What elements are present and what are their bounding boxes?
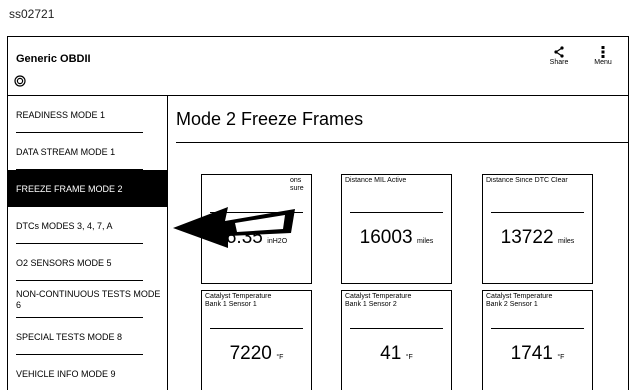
card-label: Catalyst Temperature Bank 2 Sensor 1 <box>486 293 553 308</box>
card-value: 13722 <box>500 227 554 248</box>
card-reading: 41 °F <box>342 343 451 365</box>
share-icon <box>554 46 564 58</box>
sidebar-item-label: O2 SENSORS MODE 5 <box>16 257 112 268</box>
sidebar-nav: READINESS MODE 1 DATA STREAM MODE 1 FREE… <box>8 96 168 390</box>
share-button[interactable]: Share <box>547 45 571 66</box>
app-bar: Generic OBDII Share Menu <box>8 37 628 96</box>
card-label: Distance MIL Active <box>345 177 407 184</box>
freeze-frame-card: Catalyst Temperature Bank 2 Sensor 1 174… <box>482 290 593 390</box>
card-divider <box>210 328 303 329</box>
sidebar-item-readiness[interactable]: READINESS MODE 1 <box>8 96 167 133</box>
card-reading: 16003 miles <box>342 227 451 249</box>
freeze-frame-card: Distance Since DTC Clear 13722 miles <box>482 174 593 284</box>
card-value: 16003 <box>359 227 413 248</box>
sidebar-item-label: DTCs MODES 3, 4, 7, A <box>16 220 113 231</box>
freeze-frame-card: Catalyst Temperature Bank 1 Sensor 1 722… <box>201 290 312 390</box>
sidebar-item-data-stream[interactable]: DATA STREAM MODE 1 <box>8 133 167 170</box>
card-value: 41 <box>380 343 402 364</box>
sidebar-item-o2-sensors[interactable]: O2 SENSORS MODE 5 <box>8 244 167 281</box>
freeze-frame-card: Catalyst Temperature Bank 1 Sensor 2 41 … <box>341 290 452 390</box>
title-divider <box>176 142 628 143</box>
card-reading: 7220 °F <box>202 343 311 365</box>
card-reading: 13722 miles <box>483 227 592 249</box>
card-unit: miles <box>557 238 575 245</box>
more-vert-icon <box>601 46 605 58</box>
gauge-icon <box>14 75 26 87</box>
sidebar-item-label: VEHICLE INFO MODE 9 <box>16 368 116 379</box>
sidebar-item-non-continuous-tests[interactable]: NON-CONTINUOUS TESTS MODE 6 <box>8 281 167 318</box>
menu-button[interactable]: Menu <box>590 45 616 66</box>
card-unit: °F <box>557 354 565 361</box>
card-unit: miles <box>416 238 434 245</box>
sidebar-item-freeze-frame[interactable]: FREEZE FRAME MODE 2 <box>8 170 167 207</box>
card-divider <box>350 328 443 329</box>
card-label: ons sure <box>290 177 304 192</box>
freeze-frame-card: Distance MIL Active 16003 miles <box>341 174 452 284</box>
share-label: Share <box>549 59 569 66</box>
sidebar-item-vehicle-info[interactable]: VEHICLE INFO MODE 9 <box>8 355 167 390</box>
card-unit: °F <box>405 354 413 361</box>
card-unit: °F <box>276 354 284 361</box>
sidebar-item-dtcs[interactable]: DTCs MODES 3, 4, 7, A <box>8 207 167 244</box>
card-divider <box>350 212 443 213</box>
sidebar-item-label: NON-CONTINUOUS TESTS MODE 6 <box>16 288 161 310</box>
app-title: Generic OBDII <box>16 53 91 65</box>
card-value: 7220 <box>229 343 272 364</box>
sidebar-item-label: SPECIAL TESTS MODE 8 <box>16 331 123 342</box>
menu-label: Menu <box>594 59 612 66</box>
card-value: 1741 <box>510 343 553 364</box>
card-label: Catalyst Temperature Bank 1 Sensor 1 <box>205 293 272 308</box>
card-label: Catalyst Temperature Bank 1 Sensor 2 <box>345 293 412 308</box>
app-window: Generic OBDII Share Menu READINESS MODE … <box>7 36 629 390</box>
card-divider <box>491 212 584 213</box>
arrow-annotation-icon <box>173 207 295 248</box>
card-label: Distance Since DTC Clear <box>486 177 568 184</box>
sidebar-item-label: DATA STREAM MODE 1 <box>16 146 116 157</box>
screenshot-id-label: ss02721 <box>9 7 55 21</box>
sidebar-item-label: READINESS MODE 1 <box>16 109 106 120</box>
sidebar-item-special-tests[interactable]: SPECIAL TESTS MODE 8 <box>8 318 167 355</box>
card-reading: 1741 °F <box>483 343 592 365</box>
page-title: Mode 2 Freeze Frames <box>176 109 364 129</box>
card-divider <box>491 328 584 329</box>
sidebar-item-label: FREEZE FRAME MODE 2 <box>16 183 123 194</box>
